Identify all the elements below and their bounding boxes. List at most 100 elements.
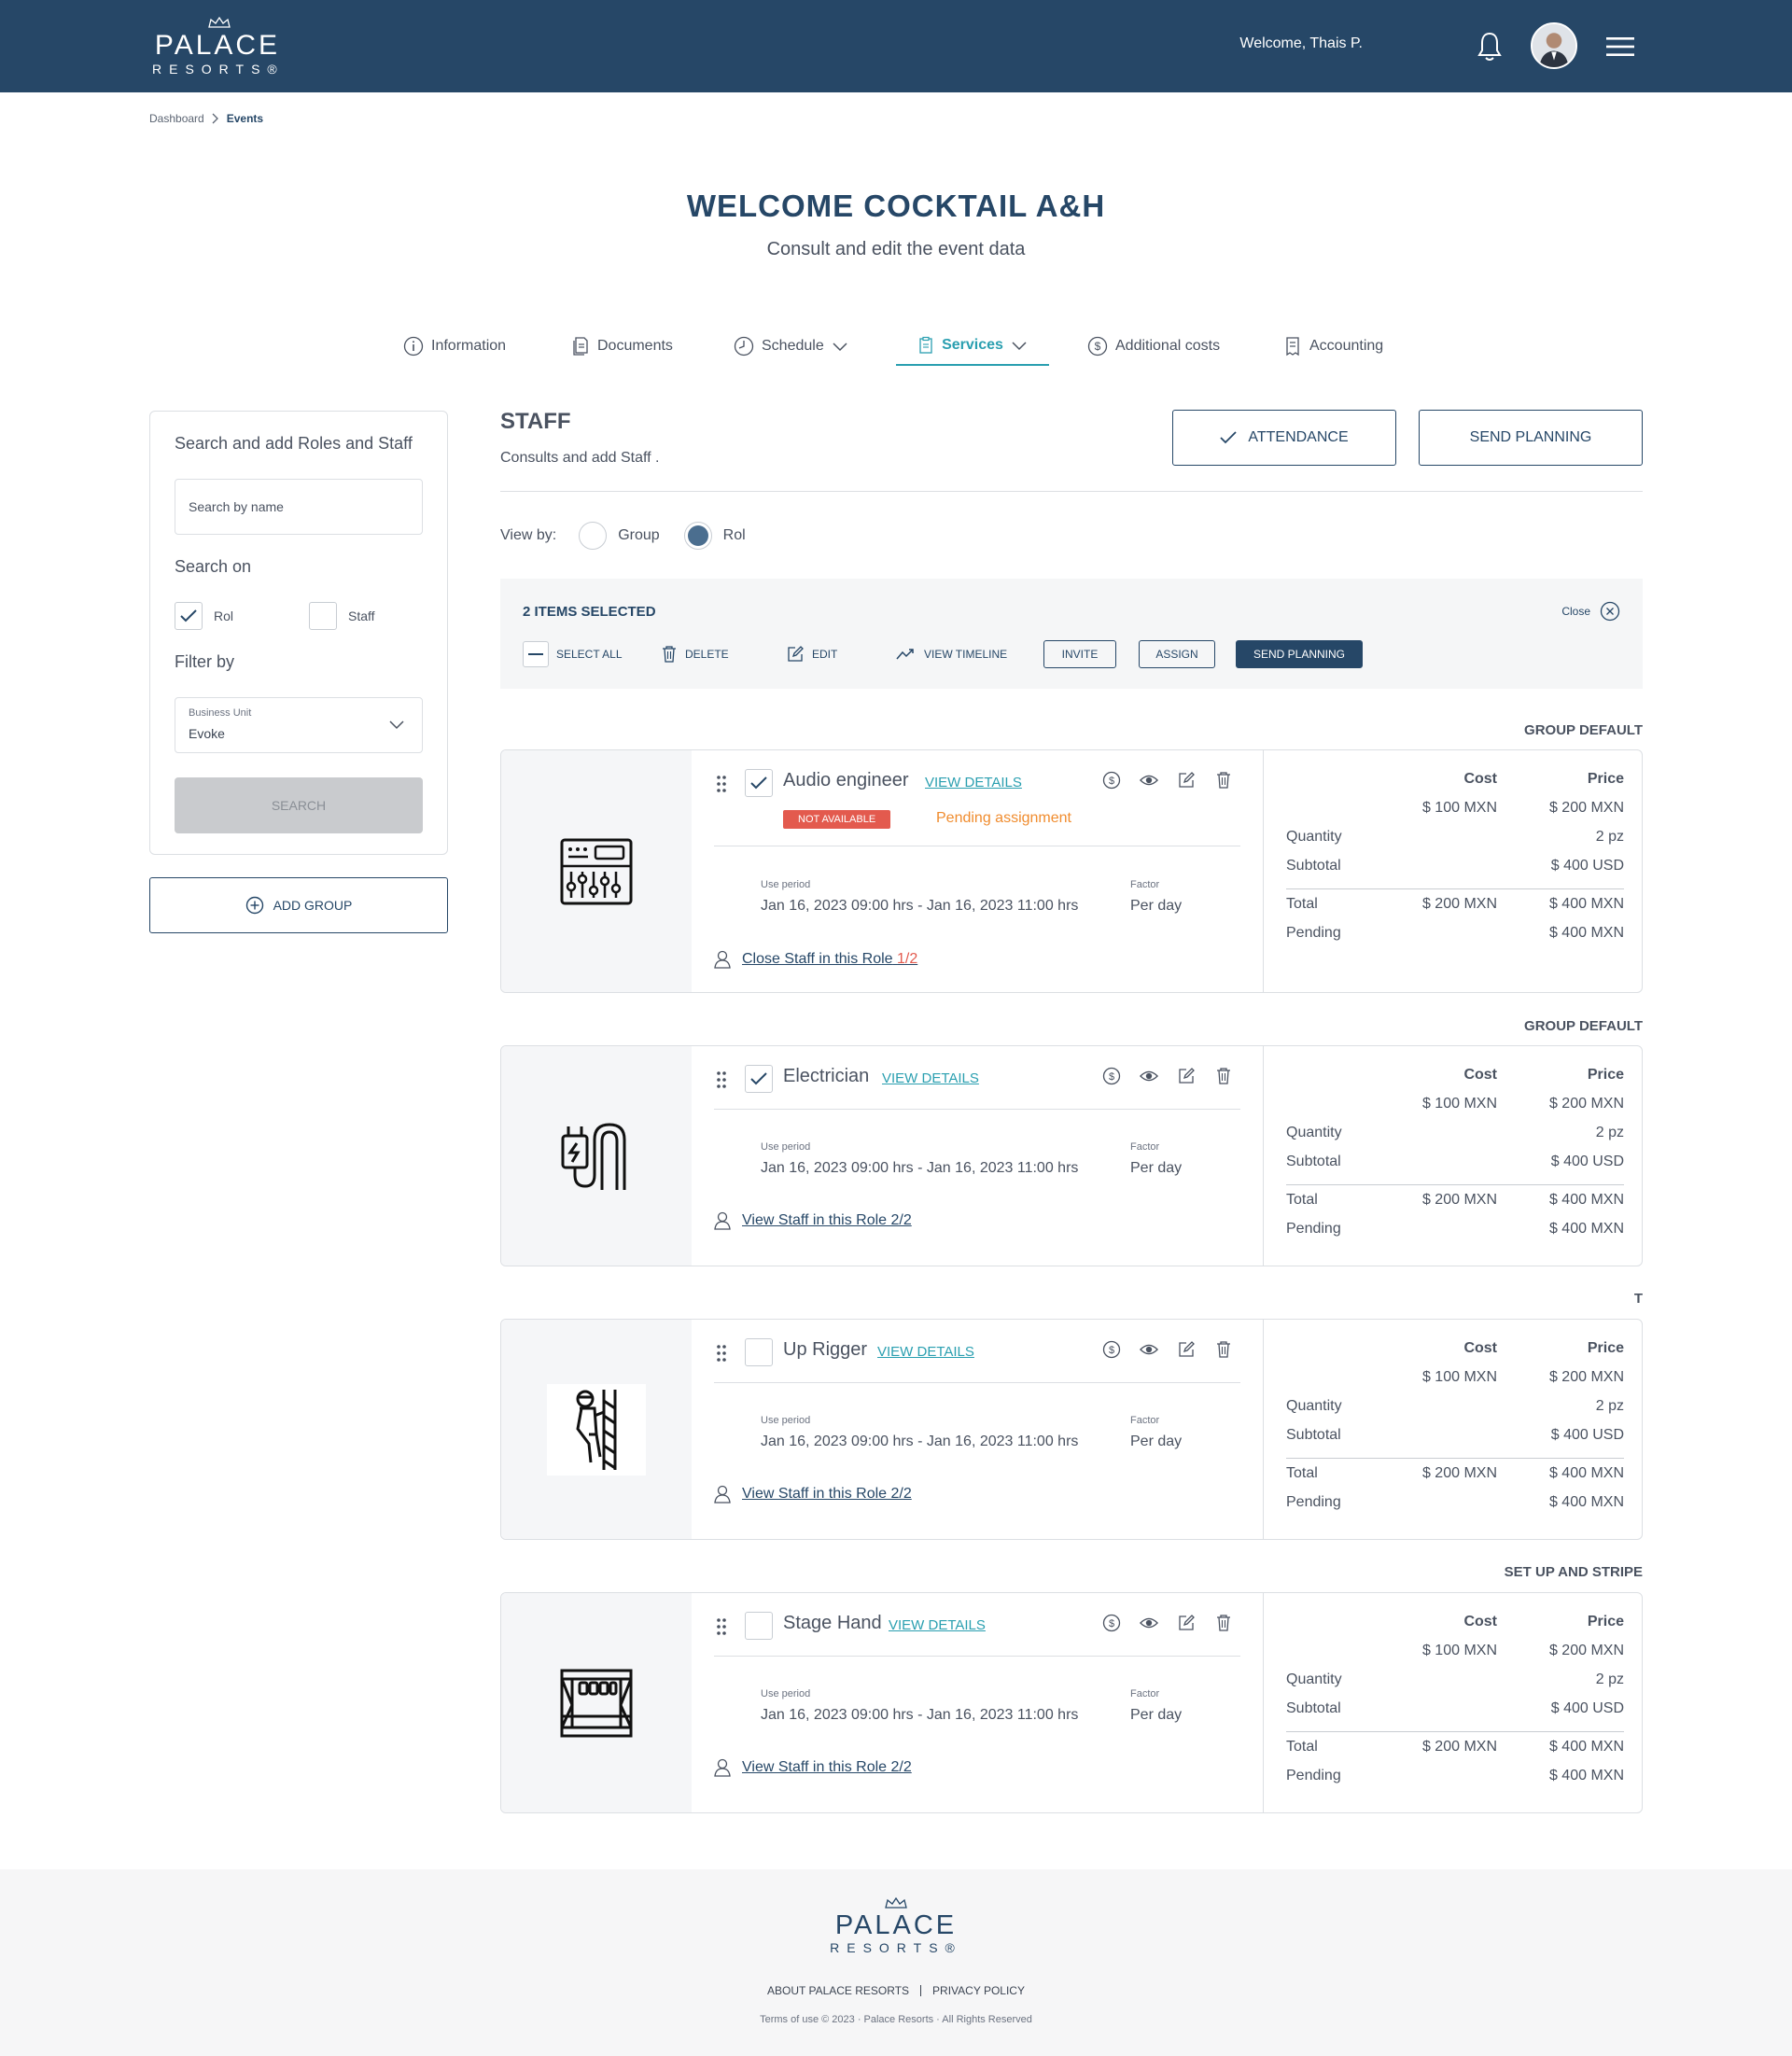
unit-cost: $ 100 MXN: [1421, 1096, 1497, 1112]
price-header: Price: [1587, 1340, 1624, 1356]
dollar-icon[interactable]: $: [1102, 771, 1121, 790]
rol-radio[interactable]: [683, 522, 712, 550]
edit-icon[interactable]: [1177, 1340, 1196, 1359]
dollar-icon[interactable]: $: [1102, 1614, 1121, 1632]
total-label: Total: [1286, 1192, 1318, 1208]
close-selection-button[interactable]: Close: [1561, 601, 1620, 622]
use-period-label: Use period: [761, 1688, 811, 1699]
bell-icon[interactable]: [1475, 31, 1505, 63]
invite-button[interactable]: INVITE: [1043, 640, 1116, 668]
factor-label: Factor: [1130, 1415, 1160, 1426]
breadcrumb-dashboard[interactable]: Dashboard: [149, 112, 204, 125]
dollar-icon[interactable]: $: [1102, 1067, 1121, 1085]
eye-icon[interactable]: [1140, 1067, 1158, 1085]
unit-price: $ 200 MXN: [1548, 1096, 1624, 1112]
edit-selected-button[interactable]: EDIT: [786, 640, 837, 668]
search-by-name-input[interactable]: Search by name: [175, 479, 423, 535]
tab-additional-costs[interactable]: $ Additional costs: [1087, 327, 1220, 366]
edit-icon[interactable]: [1177, 771, 1196, 790]
pricing-summary: Cost Price $ 100 MXN $ 200 MXN Quantity …: [1263, 1593, 1642, 1812]
divider: [714, 1382, 1240, 1383]
rol-checkbox[interactable]: [175, 602, 203, 630]
send-planning-button[interactable]: SEND PLANNING: [1419, 410, 1643, 466]
add-group-button[interactable]: ADD GROUP: [149, 877, 448, 933]
palace-resorts-logo[interactable]: PALACE RESORTS®: [152, 17, 283, 77]
dollar-icon[interactable]: $: [1102, 1340, 1121, 1359]
business-unit-select[interactable]: Business Unit Evoke: [175, 697, 423, 753]
drag-handle-icon[interactable]: [716, 1344, 727, 1363]
tab-accounting[interactable]: Accounting: [1283, 327, 1383, 366]
tab-schedule[interactable]: Schedule: [734, 327, 848, 366]
user-avatar[interactable]: [1531, 22, 1577, 69]
view-staff-link[interactable]: View Staff in this Role 2/2: [714, 1485, 912, 1504]
footer-logo-brand: PALACE: [834, 1910, 958, 1940]
privacy-policy-link[interactable]: PRIVACY POLICY: [932, 1984, 1025, 1997]
role-checkbox[interactable]: [745, 769, 773, 797]
svg-text:$: $: [1109, 776, 1114, 787]
about-link[interactable]: ABOUT PALACE RESORTS: [767, 1984, 909, 1997]
drag-handle-icon[interactable]: [716, 1070, 727, 1089]
send-planning-selected-button[interactable]: SEND PLANNING: [1236, 640, 1363, 668]
staff-link-label: View Staff in this Role 2/2: [742, 1759, 912, 1775]
crown-icon: [885, 1897, 907, 1909]
tab-services[interactable]: Services: [896, 327, 1049, 366]
view-details-link[interactable]: VIEW DETAILS: [889, 1617, 986, 1633]
card-actions: $: [1102, 1614, 1233, 1632]
trash-icon[interactable]: [1214, 1067, 1233, 1085]
unit-price: $ 200 MXN: [1548, 1643, 1624, 1658]
tab-documents[interactable]: Documents: [571, 327, 673, 366]
attendance-button[interactable]: ATTENDANCE: [1172, 410, 1396, 466]
total-cost: $ 200 MXN: [1421, 1739, 1497, 1755]
use-period-value: Jan 16, 2023 09:00 hrs - Jan 16, 2023 11…: [761, 898, 1079, 914]
select-all-button[interactable]: SELECT ALL: [523, 640, 623, 668]
chevron-down-icon: [1012, 342, 1027, 351]
pricing-summary: Cost Price $ 100 MXN $ 200 MXN Quantity …: [1263, 750, 1642, 992]
group-radio[interactable]: [579, 522, 608, 550]
pricing-summary: Cost Price $ 100 MXN $ 200 MXN Quantity …: [1263, 1046, 1642, 1266]
rol-radio-label: Rol: [722, 527, 746, 543]
view-details-link[interactable]: VIEW DETAILS: [882, 1070, 979, 1086]
total-price: $ 400 MXN: [1548, 1739, 1624, 1755]
role-checkbox[interactable]: [745, 1065, 773, 1093]
edit-icon[interactable]: [1177, 1067, 1196, 1085]
trash-icon[interactable]: [1214, 771, 1233, 790]
role-checkbox[interactable]: [745, 1612, 773, 1640]
view-details-link[interactable]: VIEW DETAILS: [925, 775, 1022, 790]
eye-icon[interactable]: [1140, 1614, 1158, 1632]
group-label: T: [1633, 1291, 1643, 1307]
footer-logo[interactable]: PALACE RESORTS®: [826, 1897, 966, 1959]
card-actions: $: [1102, 1067, 1233, 1085]
divider: [1286, 1731, 1624, 1732]
edit-icon[interactable]: [1177, 1614, 1196, 1632]
search-button[interactable]: SEARCH: [175, 777, 423, 833]
view-details-link[interactable]: VIEW DETAILS: [877, 1344, 974, 1360]
drag-handle-icon[interactable]: [716, 775, 727, 793]
eye-icon[interactable]: [1140, 1340, 1158, 1359]
view-timeline-button[interactable]: VIEW TIMELINE: [896, 640, 1007, 668]
view-staff-link[interactable]: View Staff in this Role 2/2: [714, 1758, 912, 1777]
tab-label: Services: [942, 337, 1003, 353]
quantity-label: Quantity: [1286, 829, 1342, 845]
close-staff-link[interactable]: Close Staff in this Role 1/2: [714, 950, 917, 969]
role-details: Electrician VIEW DETAILS $ Use period Ja…: [692, 1046, 1263, 1266]
role-checkbox[interactable]: [745, 1338, 773, 1366]
breadcrumb-events[interactable]: Events: [227, 112, 263, 125]
drag-handle-icon[interactable]: [716, 1617, 727, 1636]
trash-icon[interactable]: [1214, 1614, 1233, 1632]
add-group-label: ADD GROUP: [273, 898, 353, 913]
tab-information[interactable]: Information: [403, 327, 506, 366]
delete-selected-button[interactable]: DELETE: [661, 640, 729, 668]
business-unit-value: Evoke: [189, 726, 225, 741]
assign-button[interactable]: ASSIGN: [1139, 640, 1215, 668]
cost-header: Cost: [1463, 1067, 1497, 1083]
hamburger-menu-icon[interactable]: [1605, 35, 1635, 58]
view-staff-link[interactable]: View Staff in this Role 2/2: [714, 1211, 912, 1230]
staff-checkbox[interactable]: [309, 602, 337, 630]
subtotal-value: $ 400 USD: [1550, 1427, 1624, 1443]
trash-icon[interactable]: [1214, 1340, 1233, 1359]
staff-checkbox-label: Staff: [348, 608, 375, 623]
select-all-label: SELECT ALL: [556, 648, 623, 661]
role-image-column: [501, 1046, 692, 1266]
divider: [714, 1109, 1240, 1110]
eye-icon[interactable]: [1140, 771, 1158, 790]
